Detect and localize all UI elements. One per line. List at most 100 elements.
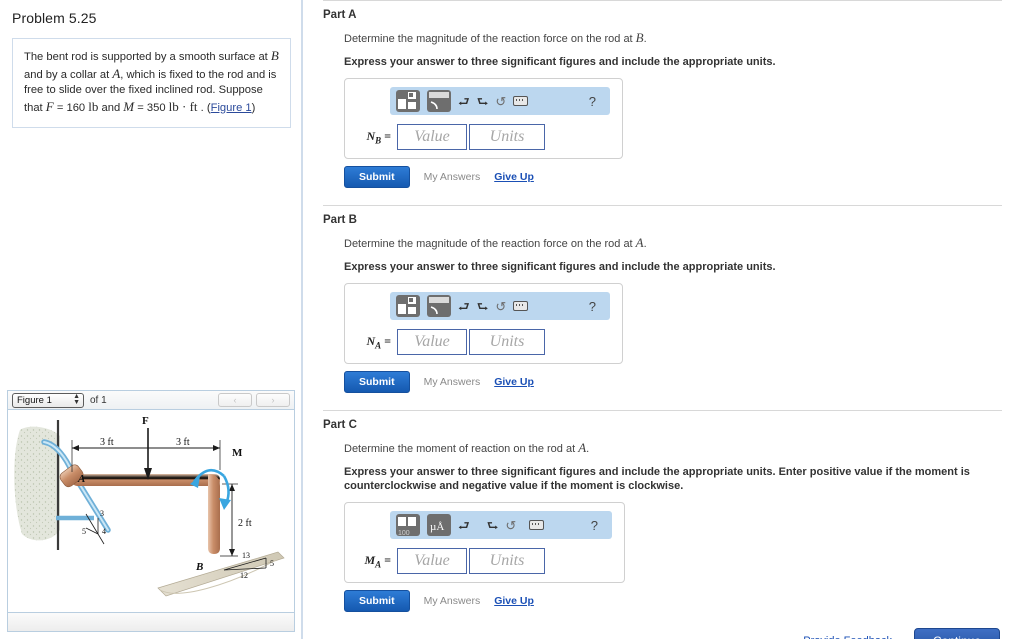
label-dim-vertical: 2 ft <box>238 518 252 529</box>
part-c-heading: Part C <box>323 419 357 431</box>
redo-icon[interactable]: ⮑ <box>487 519 499 532</box>
part-b-submit-button[interactable]: Submit <box>344 371 410 393</box>
part-c-prompt-end: . <box>586 443 590 455</box>
part-a-answer-label: NB = <box>366 128 391 146</box>
reset-icon[interactable]: ↺ <box>495 300 506 313</box>
statement-var-b: B <box>270 48 279 63</box>
left-panel: Problem 5.25 The bent rod is supported b… <box>0 0 303 639</box>
reset-icon[interactable]: ↺ <box>505 519 516 532</box>
label-slope-a-rise: 3 <box>100 509 104 518</box>
part-b-answer-box: ⮐ ⮑ ↺ ? NA = Value Units <box>344 283 623 364</box>
part-c-instruction: Express your answer to three significant… <box>344 466 970 492</box>
reset-icon[interactable]: ↺ <box>495 95 506 108</box>
redo-icon[interactable]: ⮑ <box>477 300 489 313</box>
part-a-give-up[interactable]: Give Up <box>494 171 534 183</box>
figure-panel-header: Figure 1 ▲ ▼ of 1 ‹ › <box>8 391 294 410</box>
statement-m-value: 350 <box>146 101 166 114</box>
keyboard-icon[interactable] <box>529 520 545 530</box>
part-b-my-answers[interactable]: My Answers <box>424 376 481 388</box>
stepper-arrows-icon: ▲ ▼ <box>73 393 80 406</box>
label-point-b: B <box>195 561 203 573</box>
part-b-instruction: Express your answer to three significant… <box>344 261 776 273</box>
figure-next-button[interactable]: › <box>256 393 290 407</box>
main-content: Part A Determine the magnitude of the re… <box>305 0 1016 639</box>
figure-image[interactable]: F M 3 ft 3 ft 2 ft A B 3 4 5 13 5 12 <box>8 410 294 612</box>
part-a-value-input[interactable]: Value <box>397 124 467 150</box>
keyboard-icon[interactable] <box>513 96 529 106</box>
units-palette-icon[interactable]: µÅ <box>427 514 451 536</box>
label-slope-a-hyp: 5 <box>82 527 86 536</box>
figure-nav: ‹ › <box>218 393 290 407</box>
label-point-a: A <box>77 473 85 485</box>
statement-var-m: M <box>123 98 135 114</box>
part-a-instruction: Express your answer to three significant… <box>344 56 776 68</box>
template-layout-icon[interactable] <box>396 295 420 317</box>
part-c-buttons: Submit My Answers Give Up <box>344 590 1002 612</box>
part-c-answer-label: MA = <box>364 552 391 570</box>
part-a-units-input[interactable]: Units <box>469 124 545 150</box>
part-a-prompt-text: Determine the magnitude of the reaction … <box>344 33 636 45</box>
statement-and: and <box>101 101 121 114</box>
part-b-value-input[interactable]: Value <box>397 329 467 355</box>
undo-icon[interactable]: ⮐ <box>458 300 470 313</box>
figure-select[interactable]: Figure 1 ▲ ▼ <box>12 392 84 408</box>
symbol-palette-icon[interactable] <box>427 295 451 317</box>
template-layout-icon[interactable] <box>396 90 420 112</box>
template-layout-icon[interactable]: 100 <box>396 514 420 536</box>
undo-icon[interactable]: ⮐ <box>458 519 470 532</box>
vertical-rod-shaft <box>208 486 220 552</box>
svg-text:100: 100 <box>398 530 410 536</box>
part-c-prompt-text: Determine the moment of reaction on the … <box>344 443 579 455</box>
part-c-submit-button[interactable]: Submit <box>344 590 410 612</box>
part-a-answer-row: NB = Value Units <box>351 124 616 150</box>
bent-rod-diagram-svg: F M 3 ft 3 ft 2 ft A B 3 4 5 13 5 12 <box>14 415 285 597</box>
part-b-prompt-end: . <box>643 238 647 250</box>
figure-panel-footer <box>8 612 294 631</box>
part-c-answer-row: MA = Value Units <box>351 548 618 574</box>
part-b-answer-row: NA = Value Units <box>351 329 616 355</box>
continue-button[interactable]: Continue <box>913 628 1000 639</box>
part-c-units-input[interactable]: Units <box>469 548 545 574</box>
part-b-prompt-var: A <box>635 235 644 250</box>
part-a-toolbar: ⮐ ⮑ ↺ ? <box>390 87 610 115</box>
label-slope-a-run: 4 <box>102 527 106 536</box>
undo-icon[interactable]: ⮐ <box>458 95 470 108</box>
keyboard-icon[interactable] <box>513 301 529 311</box>
part-c-toolbar: 100 µÅ ⮐ ⮑ ↺ ? <box>390 511 612 539</box>
part-b-toolbar: ⮐ ⮑ ↺ ? <box>390 292 610 320</box>
help-icon[interactable]: ? <box>591 518 606 533</box>
help-icon[interactable]: ? <box>589 94 604 109</box>
label-dim-left: 3 ft <box>100 437 114 448</box>
page-title: Problem 5.25 <box>12 10 97 26</box>
part-a-answer-box: ⮐ ⮑ ↺ ? NB = Value Units <box>344 78 623 159</box>
part-c-my-answers[interactable]: My Answers <box>424 595 481 607</box>
provide-feedback-link[interactable]: Provide Feedback <box>803 635 892 639</box>
page-footer: Provide Feedback Continue <box>323 628 1002 639</box>
label-dim-right: 3 ft <box>176 437 190 448</box>
label-slope-b-rise: 5 <box>270 559 274 568</box>
redo-icon[interactable]: ⮑ <box>477 95 489 108</box>
statement-period: . <box>200 101 204 114</box>
part-b-units-input[interactable]: Units <box>469 329 545 355</box>
help-icon[interactable]: ? <box>589 299 604 314</box>
label-moment-m: M <box>232 447 243 459</box>
part-b-answer-label: NA = <box>366 333 391 351</box>
part-c-give-up[interactable]: Give Up <box>494 595 534 607</box>
part-b-prompt-text: Determine the magnitude of the reaction … <box>344 238 636 250</box>
part-b-give-up[interactable]: Give Up <box>494 376 534 388</box>
figure-count-label: of 1 <box>90 394 107 406</box>
statement-paren-close: ) <box>251 101 256 114</box>
part-c-prompt: Determine the moment of reaction on the … <box>323 431 1002 456</box>
part-a-my-answers[interactable]: My Answers <box>424 171 481 183</box>
statement-text-2: and by a collar at <box>24 68 113 81</box>
part-a-prompt-end: . <box>643 33 647 45</box>
figure-prev-button[interactable]: ‹ <box>218 393 252 407</box>
label-force-f: F <box>142 415 149 427</box>
symbol-palette-icon[interactable] <box>427 90 451 112</box>
figure-select-value: Figure 1 <box>17 394 52 406</box>
part-a-submit-button[interactable]: Submit <box>344 166 410 188</box>
problem-statement: The bent rod is supported by a smooth su… <box>12 38 291 128</box>
part-c-value-input[interactable]: Value <box>397 548 467 574</box>
figure-1-link[interactable]: Figure 1 <box>211 102 252 114</box>
statement-m-unit: lb · ft <box>168 98 198 114</box>
